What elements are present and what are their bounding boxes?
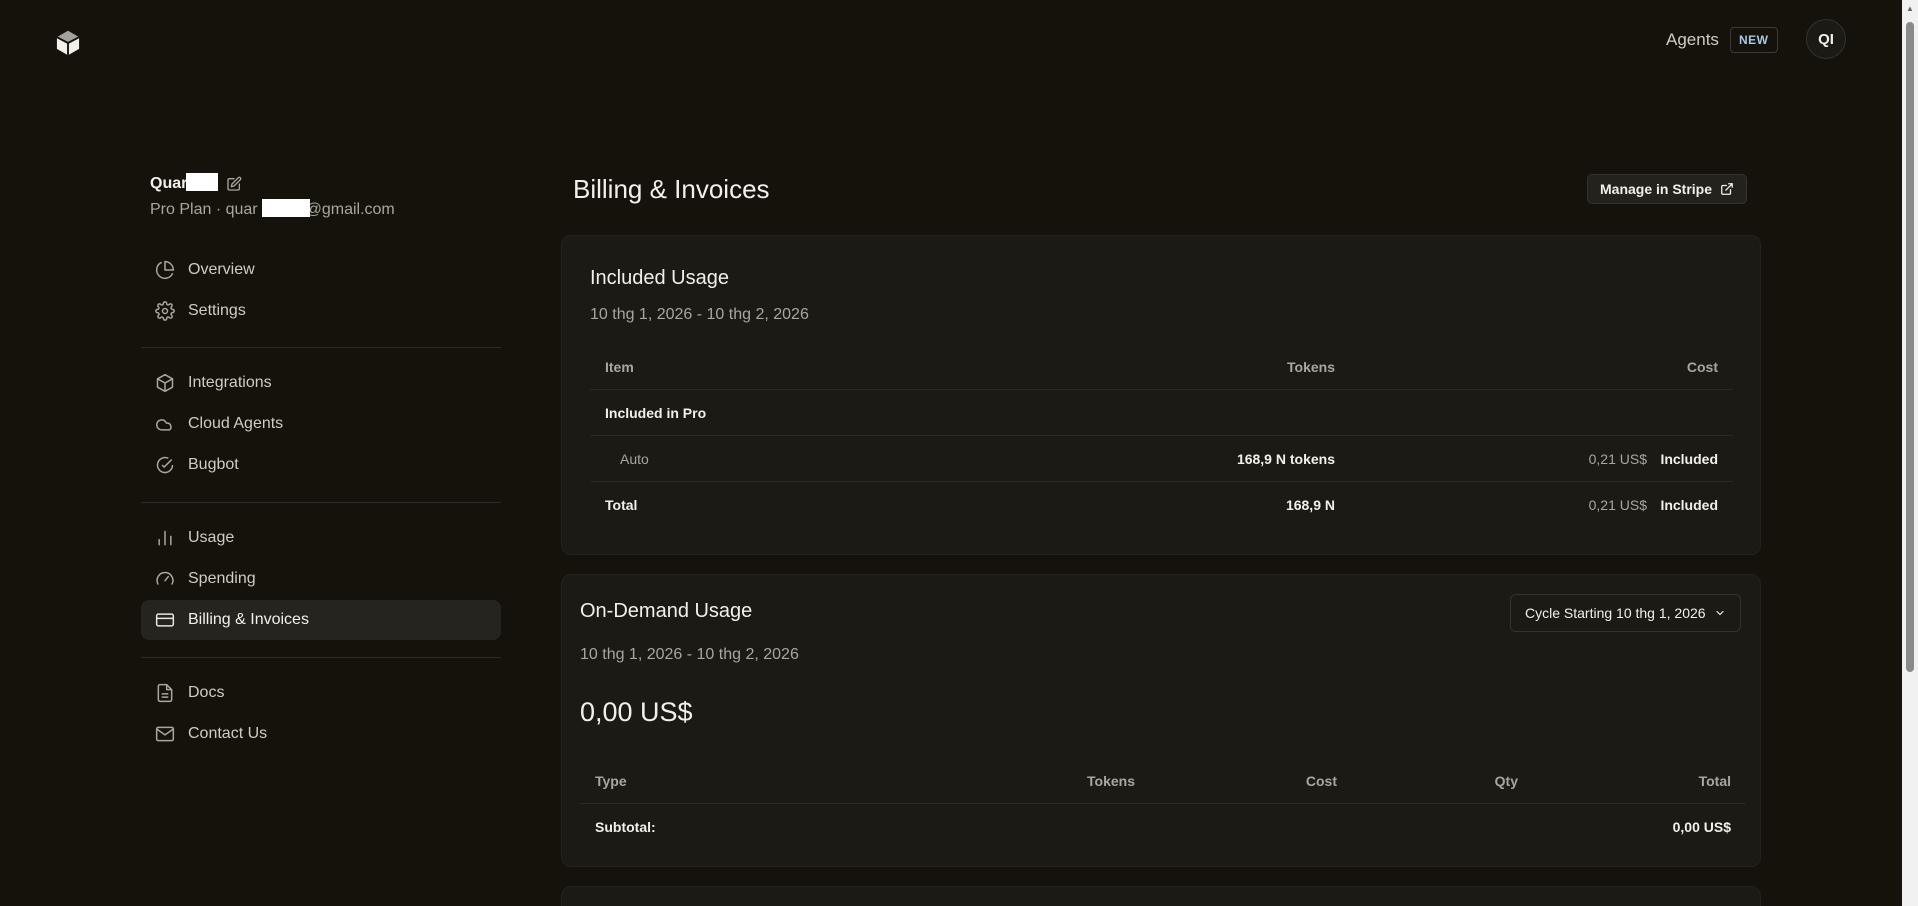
sidebar-item-integrations[interactable]: Integrations [141,363,501,403]
subtotal-value: 0,00 US$ [1672,819,1731,835]
cube-icon [156,373,174,393]
row-status: Included [1660,450,1718,467]
plan-line: Pro Plan · quar [150,201,258,218]
next-card [561,886,1761,906]
sidebar-item-billing-invoices[interactable]: Billing & Invoices [141,600,501,640]
sidebar-item-label: Spending [188,570,256,587]
sidebar-item-label: Usage [188,529,235,546]
sidebar-item-label: Contact Us [188,725,268,742]
column-header-item: Item [605,358,634,375]
scroll-up-arrow-icon[interactable]: ▲ [1906,4,1914,13]
sidebar-item-label: Settings [188,302,246,319]
column-header-type: Type [595,772,627,789]
table-total-row: Total 168,9 N 0,21 US$ Included [590,482,1733,528]
manage-in-stripe-button[interactable]: Manage in Stripe [1587,174,1748,204]
redaction-block [262,199,310,217]
email-suffix: @gmail.com [305,201,395,218]
mail-icon [155,726,175,742]
column-header-tokens: Tokens [1087,772,1135,789]
sidebar-divider [141,502,501,503]
avatar[interactable]: QI [1806,19,1846,59]
column-header-tokens: Tokens [1287,358,1335,375]
column-header-qty: Qty [1494,772,1518,789]
sidebar-item-docs[interactable]: Docs [141,673,501,713]
row-tokens: 168,9 N tokens [1236,450,1335,467]
sidebar-item-spending[interactable]: Spending [141,559,501,599]
row-cost: 0,21 US$ [1588,450,1647,467]
sidebar-item-label: Bugbot [188,456,239,473]
gauge-icon [156,571,174,585]
sidebar-item-cloud-agents[interactable]: Cloud Agents [141,404,501,444]
sidebar-item-settings[interactable]: Settings [141,291,501,331]
total-tokens: 168,9 N [1285,497,1335,513]
chevron-down-icon [1715,610,1724,616]
sidebar-item-overview[interactable]: Overview [141,250,501,290]
table-row: Auto 168,9 N tokens 0,21 US$ Included [590,436,1733,482]
sidebar-divider [141,347,501,348]
sidebar-item-label: Cloud Agents [188,415,284,432]
sidebar-item-label: Docs [188,684,225,701]
cursor-cube-logo[interactable] [54,29,82,57]
on-demand-title: On-Demand Usage [580,600,753,622]
sidebar-item-label: Billing & Invoices [188,611,309,628]
edit-icon[interactable] [226,176,242,192]
column-header-total: Total [1698,772,1731,789]
sidebar-item-label: Integrations [188,374,272,391]
user-name: Quar [150,175,188,192]
on-demand-date-range: 10 thg 1, 2026 - 10 thg 2, 2026 [580,646,799,663]
new-badge: NEW [1730,27,1778,53]
cloud-icon [155,419,172,431]
scrollbar-thumb[interactable] [1906,22,1914,672]
external-link-icon [1721,183,1733,195]
subtotal-label: Subtotal: [595,819,656,835]
included-usage-title: Included Usage [590,267,729,289]
table-group-row: Included in Pro [590,390,1733,436]
total-label: Total [605,497,638,513]
pie-chart-icon [155,260,175,280]
row-item: Auto [620,450,649,467]
table-subtotal-row: Subtotal: 0,00 US$ [580,804,1746,850]
group-label: Included in Pro [605,404,707,421]
sidebar-divider [141,657,501,658]
total-cost: 0,21 US$ [1588,497,1647,513]
cycle-select-dropdown[interactable]: Cycle Starting 10 thg 1, 2026 [1510,594,1741,632]
sidebar-item-bugbot[interactable]: Bugbot [141,445,501,485]
table-header-row: Item Tokens Cost [590,344,1733,390]
sidebar-item-label: Overview [188,261,255,278]
on-demand-amount: 0,00 US$ [580,697,693,727]
included-usage-date-range: 10 thg 1, 2026 - 10 thg 2, 2026 [590,306,809,323]
included-usage-table: Item Tokens Cost Included in Pro Auto 16… [590,344,1733,524]
total-status: Included [1660,497,1718,513]
bar-chart-icon [158,530,172,546]
included-usage-card: Included Usage 10 thg 1, 2026 - 10 thg 2… [561,235,1761,555]
sidebar-item-contact-us[interactable]: Contact Us [141,714,501,754]
check-circle-icon [156,456,174,474]
page-title: Billing & Invoices [573,174,770,204]
page: Agents NEW QI Quar Pro Plan · quar @gmail… [0,0,1918,906]
redaction-block [186,173,218,191]
column-header-cost: Cost [1305,772,1337,789]
credit-card-icon [155,613,175,627]
on-demand-table: Type Tokens Cost Qty Total Subtotal: 0,0… [580,758,1746,850]
column-header-cost: Cost [1686,358,1718,375]
sidebar-item-usage[interactable]: Usage [141,518,501,558]
cycle-select-label: Cycle Starting 10 thg 1, 2026 [1525,605,1706,621]
manage-in-stripe-label: Manage in Stripe [1600,181,1713,197]
gear-icon [155,301,175,321]
agents-link[interactable]: Agents [1666,30,1719,50]
table-header-row: Type Tokens Cost Qty Total [580,758,1746,804]
document-icon [157,683,173,703]
